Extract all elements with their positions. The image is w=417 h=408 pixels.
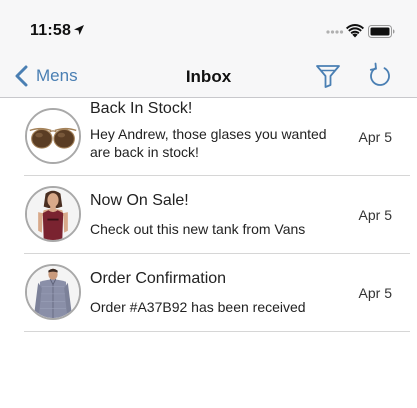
shirt-thumbnail — [25, 264, 81, 320]
message-body: Order #A37B92 has been received — [90, 299, 306, 315]
battery-icon — [368, 25, 395, 38]
message-date: Apr 5 — [358, 207, 392, 223]
navigation-bar: Mens Inbox — [0, 54, 417, 98]
status-bar: 11:58 — [0, 0, 417, 54]
inbox-list: Back In Stock! Hey Andrew, those glases … — [0, 98, 417, 332]
tank-top-model-image — [27, 188, 79, 240]
back-button[interactable]: Mens — [14, 63, 78, 89]
list-item[interactable]: Now On Sale! Check out this new tank fro… — [24, 176, 410, 254]
filter-icon[interactable] — [314, 63, 342, 89]
message-title: Now On Sale! — [90, 192, 189, 209]
message-title: Back In Stock! — [90, 100, 193, 117]
sunglasses-image — [27, 110, 79, 162]
list-item[interactable]: Back In Stock! Hey Andrew, those glases … — [24, 98, 410, 176]
message-body: Hey Andrew, those glases you wanted are … — [90, 126, 327, 160]
status-time: 11:58 — [30, 22, 72, 39]
chevron-left-icon — [15, 65, 28, 87]
shirt-model-image — [27, 266, 79, 318]
message-date: Apr 5 — [358, 129, 392, 145]
location-arrow-icon — [74, 25, 84, 35]
message-body: Check out this new tank from Vans — [90, 221, 306, 237]
message-title: Order Confirmation — [90, 270, 227, 287]
list-item[interactable]: Order Confirmation Order #A37B92 has bee… — [24, 254, 410, 332]
cellular-signal-icon — [326, 30, 344, 34]
tank-top-thumbnail — [25, 186, 81, 242]
message-date: Apr 5 — [358, 285, 392, 301]
back-button-label: Mens — [36, 66, 78, 85]
sunglasses-thumbnail — [25, 108, 81, 164]
refresh-icon[interactable] — [366, 62, 394, 90]
wifi-icon — [346, 24, 364, 38]
